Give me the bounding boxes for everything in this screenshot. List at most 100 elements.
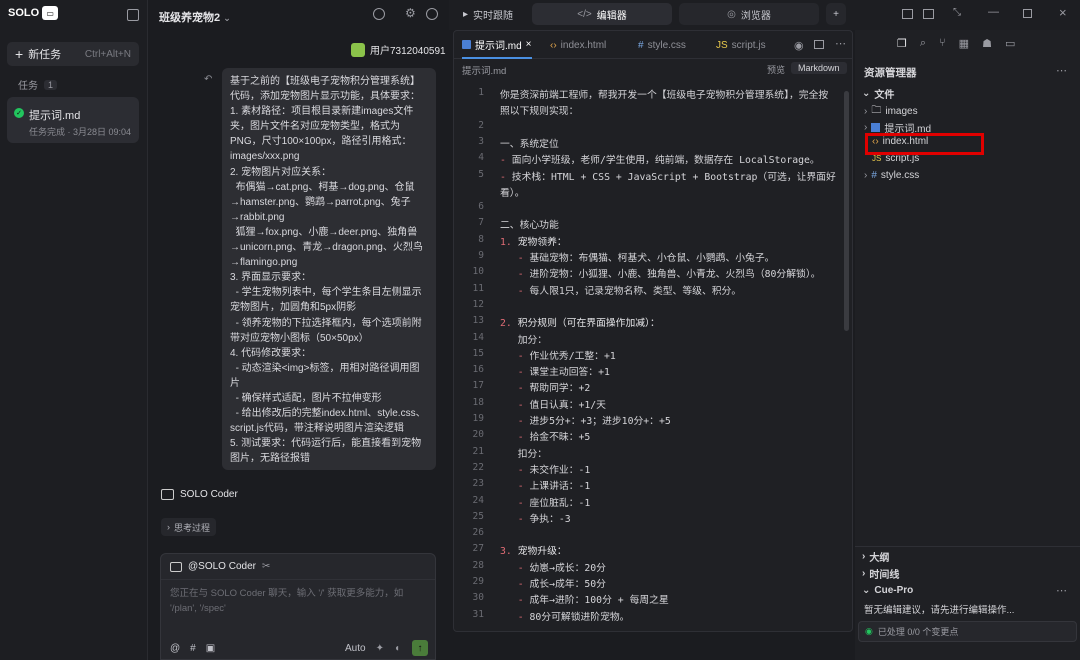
mic-icon[interactable]: ◖ [394,643,400,654]
cue-section[interactable]: ⌄ Cue-Pro [862,585,913,596]
cue-message: 暂无编辑建议，请先进行编辑操作... [864,605,1015,616]
explorer-panel: ❐ ⌕ ⑂ ▦ ☗ ▭ 资源管理器 ⋯ ⌄ 文件 › 🗀 images › 提示词.md… [855,30,1080,660]
list-marker: - [517,350,524,362]
line-number: 15 [472,347,484,359]
code-content[interactable]: 1 你是资深前端工程师，帮我开发一个【班级电子宠物积分管理系统】，完全按 照以下规则… [454,83,842,631]
account-icon[interactable] [426,8,438,20]
css-icon: # [638,39,644,51]
file-tab-prompt[interactable]: 提示词.md × [462,31,532,59]
debug-icon[interactable]: ☗ [982,37,992,50]
files-icon[interactable]: ❐ [897,37,907,50]
code-line: - 争执：-3 [517,513,571,525]
files-section-label: 文件 [874,90,895,101]
chevron-right-icon: › [167,522,170,532]
outline-section[interactable]: › 大纲 [862,549,889,564]
project-title[interactable]: 班级养宠物2 ⌄ [159,9,231,25]
split-icon[interactable] [814,40,824,49]
more-icon[interactable]: ⋯ [1056,64,1067,77]
code-line: - 帮助同学：+2 [517,383,591,395]
list-marker: - [500,171,506,183]
extensions-icon[interactable]: ▦ [959,37,969,50]
add-tab-button[interactable]: + [826,3,846,25]
tab-live-follow[interactable]: ▸ 实时跟随 [453,3,523,25]
chevron-right-icon: › [864,122,868,133]
file-tab-label: 提示词.md [475,40,522,52]
more-icon[interactable]: ⋯ [1056,584,1067,597]
code-line: 扣分： [500,448,548,460]
list-marker: - [517,497,524,509]
search-icon[interactable]: ⌕ [920,37,926,50]
chevron-right-icon: › [862,551,866,562]
collapse-icon[interactable]: ⤡ [953,7,961,18]
code-line: 照以下规则实现： [500,106,579,118]
toggle-sidebar-icon[interactable] [127,9,139,21]
scrollbar[interactable] [844,91,849,331]
list-marker: - [517,579,524,590]
preview-toggle[interactable]: 预览 [767,63,785,76]
code-icon: </> [577,8,592,20]
chevron-right-icon: › [864,106,868,117]
outline-label: 大纲 [869,553,890,564]
divider [855,546,1080,547]
tree-item-style[interactable]: › # style.css [864,170,919,181]
css-icon: # [871,170,877,181]
tasks-count: 1 [44,79,58,90]
markdown-icon [462,39,471,49]
chat-input-box[interactable]: @SOLO Coder ✂ 您正在与 SOLO Coder 聊天，输入 '/' 获… [160,553,436,660]
hash-icon[interactable]: # [190,643,196,654]
line-number: 7 [478,217,484,229]
line-number: 21 [472,445,484,457]
tab-editor[interactable]: </> 编辑器 [532,3,672,25]
code-line: 加分： [500,334,548,346]
layout-bottom-icon[interactable] [902,9,913,19]
chat-input-placeholder[interactable]: 您正在与 SOLO Coder 聊天，输入 '/' 获取更多能力，如 '/pla… [170,586,410,616]
undo-icon[interactable]: ↶ [204,74,212,85]
chevron-right-icon: › [864,170,868,181]
minimize-icon[interactable]: — [988,6,999,18]
eye-icon[interactable]: ◉ [794,39,804,52]
send-button[interactable]: ↑ [412,640,428,656]
line-number: 5 [478,168,484,180]
mode-select[interactable]: Auto [345,643,366,654]
image-icon[interactable]: ▣ [206,643,215,654]
logo-text: SOLO [8,7,40,19]
file-tab-index[interactable]: ‹› index.html [550,31,606,59]
at-icon[interactable]: @ [170,643,180,654]
code-line: - 作业优秀/工整：+1 [517,350,616,362]
task-item[interactable]: ✓ 提示词.md 任务完成 · 3月28日 09:04 [7,97,139,143]
chat-bubble-icon[interactable] [373,8,385,20]
list-marker: - [517,595,524,607]
code-line: - 面向小学班级，老师/学生使用，纯前端，数据存在 LocalStorage。 [500,155,820,167]
plus-icon: + [15,46,24,62]
monitor-icon[interactable]: ▭ [1005,37,1015,50]
thinking-toggle[interactable]: › 思考过程 [161,518,217,536]
line-number: 14 [472,331,484,343]
file-tab-label: index.html [560,39,607,51]
files-section[interactable]: ⌄ 文件 [862,86,894,101]
timeline-section[interactable]: › 时间线 [862,566,899,581]
more-icon[interactable]: ⋯ [835,37,846,50]
file-tab-script[interactable]: JS script.js [716,31,766,59]
new-task-button[interactable]: + 新任务 Ctrl+Alt+N [7,42,139,66]
gear-icon[interactable]: ⚙ [405,6,416,20]
code-line: - 幼崽→成长：20分 [517,562,606,574]
top-bar: ▸ 实时跟随 </> 编辑器 ◎ 浏览器 + ⤡ — × [449,0,1080,30]
code-line: - 值日认真：+1/天 [517,399,606,411]
line-number: 3 [478,135,484,147]
task-title: 提示词.md [29,110,81,122]
cue-label: Cue-Pro [874,585,914,596]
tree-item-label: images [885,106,918,117]
close-icon[interactable]: × [1059,5,1067,20]
solo-logo: SOLO ▭ [8,6,59,20]
tab-browser[interactable]: ◎ 浏览器 [679,3,819,25]
layout-right-icon[interactable] [923,9,934,19]
markdown-toggle[interactable]: Markdown [791,62,847,74]
close-tab-icon[interactable]: × [526,39,532,50]
maximize-icon[interactable] [1023,9,1032,18]
sparkle-icon[interactable]: ✦ [376,643,384,654]
agent-mention: @SOLO Coder [188,561,256,572]
file-tab-style[interactable]: # style.css [638,31,686,59]
project-title-text: 班级养宠物2 [159,12,221,24]
tree-item-images[interactable]: › 🗀 images [864,103,918,120]
git-icon[interactable]: ⑂ [939,37,946,49]
